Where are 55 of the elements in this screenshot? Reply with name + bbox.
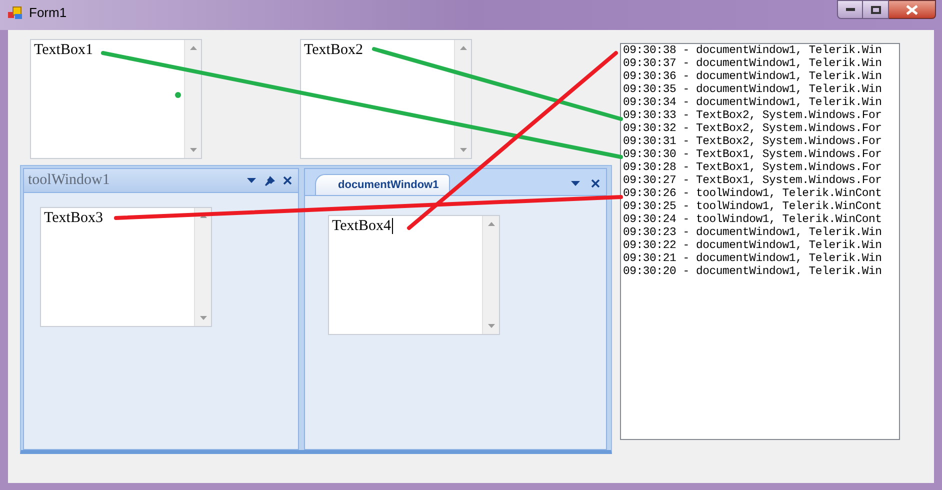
scroll-up-icon[interactable] <box>460 46 466 50</box>
text-field[interactable]: TextBox2 <box>300 39 472 159</box>
scrollbar[interactable] <box>194 208 211 326</box>
log-entry[interactable]: 09:30:22 - documentWindow1, Telerik.Win <box>623 240 899 253</box>
field-text: TextBox1 <box>34 41 93 59</box>
log-entry[interactable]: 09:30:24 - toolWindow1, Telerik.WinCont <box>623 214 899 227</box>
log-entry[interactable]: 09:30:25 - toolWindow1, Telerik.WinCont <box>623 201 899 214</box>
log-entry[interactable]: 09:30:31 - TextBox2, System.Windows.For <box>623 136 899 149</box>
scrollbar[interactable] <box>454 40 471 158</box>
log-entry[interactable]: 09:30:21 - documentWindow1, Telerik.Win <box>623 253 899 266</box>
text-field[interactable]: TextBox3 <box>40 207 212 327</box>
log-entry[interactable]: 09:30:26 - toolWindow1, Telerik.WinCont <box>623 188 899 201</box>
scroll-down-icon[interactable] <box>200 316 206 320</box>
text-field[interactable]: TextBox1 <box>30 39 202 159</box>
log-entry[interactable]: 09:30:36 - documentWindow1, Telerik.Win <box>623 71 899 84</box>
field-text: TextBox2 <box>304 41 363 59</box>
close-button[interactable] <box>889 0 936 19</box>
close-icon <box>906 4 918 14</box>
scroll-down-icon[interactable] <box>190 148 196 152</box>
log-entry[interactable]: 09:30:35 - documentWindow1, Telerik.Win <box>623 84 899 97</box>
log-entry[interactable]: 09:30:30 - TextBox1, System.Windows.For <box>623 149 899 162</box>
scroll-up-icon[interactable] <box>488 222 494 226</box>
maximize-icon <box>870 6 880 14</box>
scroll-down-icon[interactable] <box>488 324 494 328</box>
log-entry[interactable]: 09:30:27 - TextBox1, System.Windows.For <box>623 175 899 188</box>
app-icon <box>8 6 24 20</box>
minimize-icon <box>846 8 854 11</box>
scroll-up-icon[interactable] <box>200 214 206 218</box>
dropdown-icon[interactable] <box>571 181 580 186</box>
log-entry[interactable]: 09:30:34 - documentWindow1, Telerik.Win <box>623 97 899 110</box>
field-text: TextBox3 <box>44 209 103 227</box>
close-icon[interactable] <box>283 176 292 185</box>
text-caret <box>392 218 393 234</box>
scrollbar[interactable] <box>184 40 201 158</box>
maximize-button[interactable] <box>863 0 889 19</box>
scroll-up-icon[interactable] <box>190 46 196 50</box>
log-entry[interactable]: 09:30:20 - documentWindow1, Telerik.Win <box>623 266 899 279</box>
window-title: Form1 <box>29 5 67 21</box>
scrollbar[interactable] <box>482 216 499 334</box>
log-entry[interactable]: 09:30:38 - documentWindow1, Telerik.Win <box>623 45 899 58</box>
scroll-down-icon[interactable] <box>460 148 466 152</box>
log-entry[interactable]: 09:30:23 - documentWindow1, Telerik.Win <box>623 227 899 240</box>
tool-window-title: toolWindow1 <box>28 171 110 190</box>
dropdown-icon[interactable] <box>247 178 256 183</box>
field-text: TextBox4 <box>332 217 391 235</box>
minimize-button[interactable] <box>837 0 863 19</box>
text-field[interactable]: TextBox4 <box>328 215 500 335</box>
document-tab[interactable]: documentWindow1 <box>315 174 450 195</box>
pin-icon[interactable] <box>264 174 276 186</box>
log-entry[interactable]: 09:30:32 - TextBox2, System.Windows.For <box>623 123 899 136</box>
log-entry[interactable]: 09:30:28 - TextBox1, System.Windows.For <box>623 162 899 175</box>
close-icon[interactable] <box>591 179 600 188</box>
log-list[interactable] <box>620 43 900 440</box>
log-entry[interactable]: 09:30:33 - TextBox2, System.Windows.For <box>623 110 899 123</box>
log-entry[interactable]: 09:30:37 - documentWindow1, Telerik.Win <box>623 58 899 71</box>
